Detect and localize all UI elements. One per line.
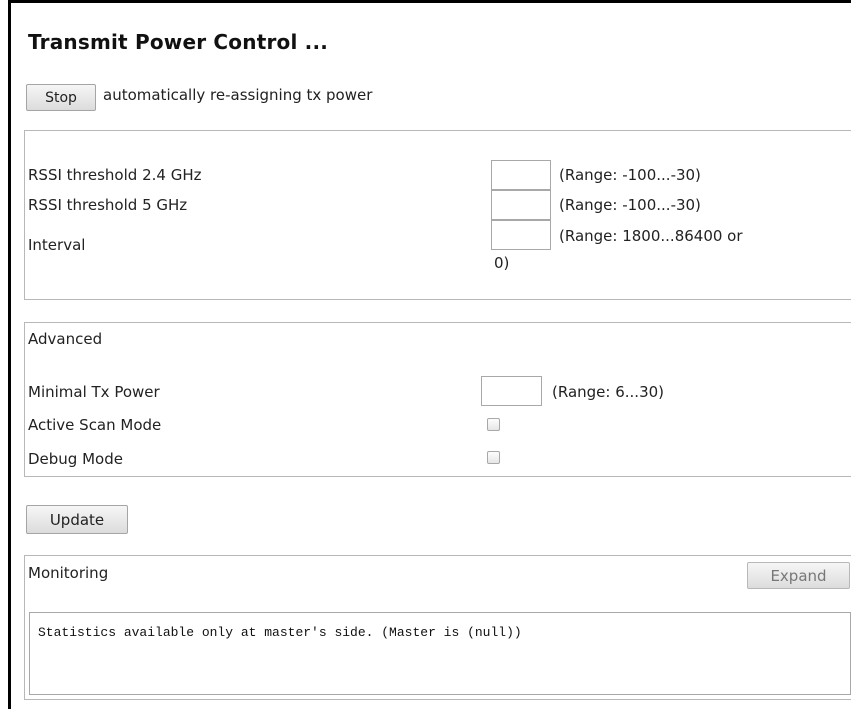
rssi-5-label: RSSI threshold 5 GHz (28, 196, 188, 214)
monitoring-output-box: Statistics available only at master's si… (29, 612, 851, 695)
active-scan-checkbox[interactable] (487, 418, 500, 431)
expand-button[interactable]: Expand (747, 562, 850, 589)
update-button[interactable]: Update (26, 505, 128, 534)
tpc-status-text: automatically re-assigning tx power (103, 86, 373, 104)
interval-input[interactable] (491, 220, 551, 250)
monitoring-heading: Monitoring (28, 564, 109, 582)
min-tx-power-input[interactable] (481, 376, 542, 406)
min-tx-power-label: Minimal Tx Power (28, 383, 160, 401)
monitoring-output-text: Statistics available only at master's si… (38, 625, 522, 640)
rssi-5-range: (Range: -100...-30) (559, 196, 701, 214)
active-scan-label: Active Scan Mode (28, 416, 162, 434)
min-tx-power-range: (Range: 6...30) (552, 383, 665, 401)
page-title: Transmit Power Control ... (28, 30, 329, 54)
interval-label: Interval (28, 236, 86, 254)
frame-top-border (8, 0, 851, 3)
stop-button[interactable]: Stop (26, 84, 96, 111)
rssi-24-input[interactable] (491, 160, 551, 190)
interval-range-continued: 0) (494, 254, 510, 272)
thresholds-panel (24, 130, 851, 300)
debug-mode-label: Debug Mode (28, 450, 123, 468)
advanced-heading: Advanced (28, 330, 103, 348)
frame-left-border (8, 0, 11, 709)
interval-range: (Range: 1800...86400 or (559, 227, 743, 245)
debug-mode-checkbox[interactable] (487, 451, 500, 464)
rssi-24-label: RSSI threshold 2.4 GHz (28, 166, 202, 184)
rssi-24-range: (Range: -100...-30) (559, 166, 701, 184)
rssi-5-input[interactable] (491, 190, 551, 220)
